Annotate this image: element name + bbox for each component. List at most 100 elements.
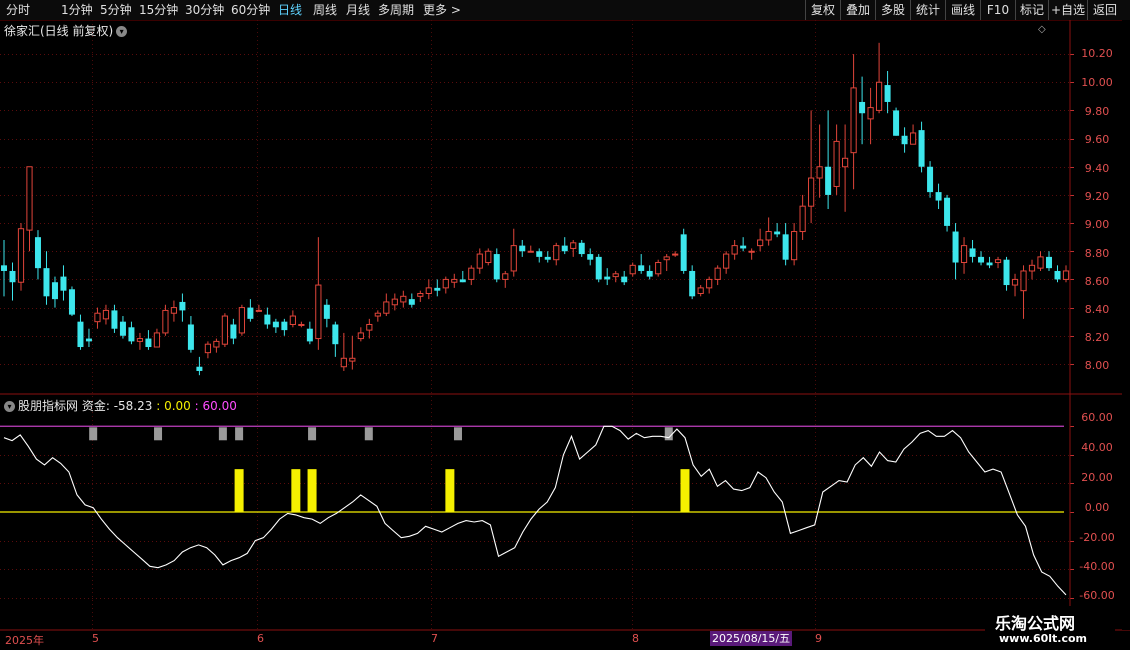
- indicator-tick: 20.00: [1081, 471, 1113, 484]
- candle-body-up: [383, 301, 390, 314]
- price-tick: 9.00: [1084, 218, 1110, 231]
- candle-body-down: [561, 245, 568, 252]
- candle-body-down: [536, 251, 543, 257]
- fund-line: [3, 425, 1067, 596]
- indicator-tick: 60.00: [1081, 411, 1113, 424]
- cursor-date-label: 2025/08/15/五: [710, 631, 793, 646]
- indicator-tick: 0.00: [1084, 501, 1110, 514]
- candle-body-down: [68, 289, 75, 315]
- candle-body-up: [476, 253, 483, 269]
- candle-body-down: [111, 310, 118, 329]
- candle-body-down: [595, 256, 602, 280]
- price-tick: 9.80: [1084, 105, 1110, 118]
- candle-body-up: [816, 166, 823, 179]
- chevron-down-icon[interactable]: ▾: [4, 401, 15, 412]
- candle-body-up: [315, 284, 322, 340]
- candle-body-up: [255, 309, 262, 312]
- candlestick-series: [1, 42, 1070, 376]
- candle-body-up: [102, 309, 110, 320]
- candle-body-up: [1020, 270, 1027, 292]
- candle-body-up: [672, 253, 679, 256]
- candle-body-down: [230, 324, 237, 339]
- candle-body-down: [604, 276, 611, 280]
- candle-body-down: [9, 270, 16, 283]
- marker-block: [364, 427, 373, 441]
- candle-body-down: [1, 265, 7, 271]
- candle-body-down: [1054, 270, 1061, 280]
- candle-body-up: [553, 245, 560, 261]
- candle-body-up: [714, 267, 721, 280]
- candle-body-down: [196, 366, 203, 371]
- candle-body-up: [204, 343, 212, 354]
- candle-body-down: [77, 321, 84, 348]
- candle-body-up: [442, 278, 449, 289]
- candle-body-up: [1037, 256, 1044, 269]
- marker-block: [154, 427, 163, 441]
- candle-body-up: [425, 287, 432, 295]
- candle-body-down: [187, 324, 194, 350]
- indicator-zero-value: : 0.00: [156, 399, 191, 413]
- candle-body-up: [400, 295, 407, 303]
- candle-body-up: [417, 293, 424, 297]
- candle-body-down: [859, 101, 866, 114]
- candle-body-up: [238, 307, 245, 334]
- indicator-value: 资金: -58.23: [81, 399, 153, 413]
- candle-body-down: [740, 245, 747, 249]
- price-tick: 9.40: [1084, 162, 1110, 175]
- candle-body-down: [944, 197, 951, 226]
- price-tick: 10.20: [1081, 47, 1113, 60]
- candle-body-up: [757, 239, 764, 247]
- indicator-tick: -20.00: [1079, 531, 1115, 544]
- marker-block: [308, 427, 317, 441]
- candle-body-down: [128, 327, 135, 342]
- candle-body-down: [306, 328, 313, 342]
- candle-body-down: [434, 287, 441, 291]
- candle-body-down: [587, 254, 594, 260]
- candle-body-up: [570, 242, 577, 249]
- candle-body-up: [298, 323, 305, 326]
- candle-body-up: [527, 250, 534, 253]
- candle-body-down: [621, 276, 628, 283]
- candle-body-up: [357, 332, 364, 340]
- candle-body-up: [909, 132, 917, 145]
- candle-body-up: [1062, 270, 1070, 280]
- signal-bar: [445, 469, 455, 512]
- time-tick: 6: [257, 632, 264, 645]
- candle-body-down: [323, 304, 330, 319]
- candle-body-down: [638, 265, 645, 271]
- candle-body-up: [136, 338, 144, 342]
- candle-body-down: [43, 268, 50, 297]
- candle-body-down: [782, 234, 789, 260]
- candle-body-up: [213, 340, 220, 348]
- candle-body-down: [332, 324, 339, 345]
- candle-body-up: [867, 107, 874, 120]
- candle-body-up: [663, 256, 670, 261]
- candle-body-down: [281, 321, 288, 331]
- marker-block: [218, 427, 227, 441]
- candle-body-up: [289, 315, 296, 325]
- candle-body-down: [689, 270, 696, 297]
- candle-body-down: [1003, 259, 1010, 286]
- candle-body-up: [17, 228, 25, 283]
- candle-body-down: [119, 321, 126, 336]
- indicator-tick: 40.00: [1081, 441, 1113, 454]
- chart-canvas: [0, 20, 1130, 631]
- candle-body-down: [952, 231, 959, 263]
- candle-body-down: [884, 85, 891, 102]
- signal-bar: [307, 469, 317, 512]
- candle-body-down: [51, 282, 58, 300]
- candle-body-down: [408, 299, 415, 305]
- candle-body-up: [808, 177, 815, 207]
- candle-body-up: [875, 81, 883, 111]
- candle-body-down: [927, 166, 934, 193]
- signal-bar: [291, 469, 301, 512]
- marker-block: [664, 427, 673, 441]
- candle-body-up: [765, 231, 772, 241]
- candle-body-up: [612, 273, 619, 278]
- candle-body-up: [799, 205, 806, 233]
- candle-body-up: [723, 253, 730, 269]
- price-tick: 8.40: [1084, 303, 1110, 316]
- candle-body-up: [697, 287, 704, 295]
- candle-body-down: [978, 256, 985, 263]
- candle-body-up: [842, 157, 849, 168]
